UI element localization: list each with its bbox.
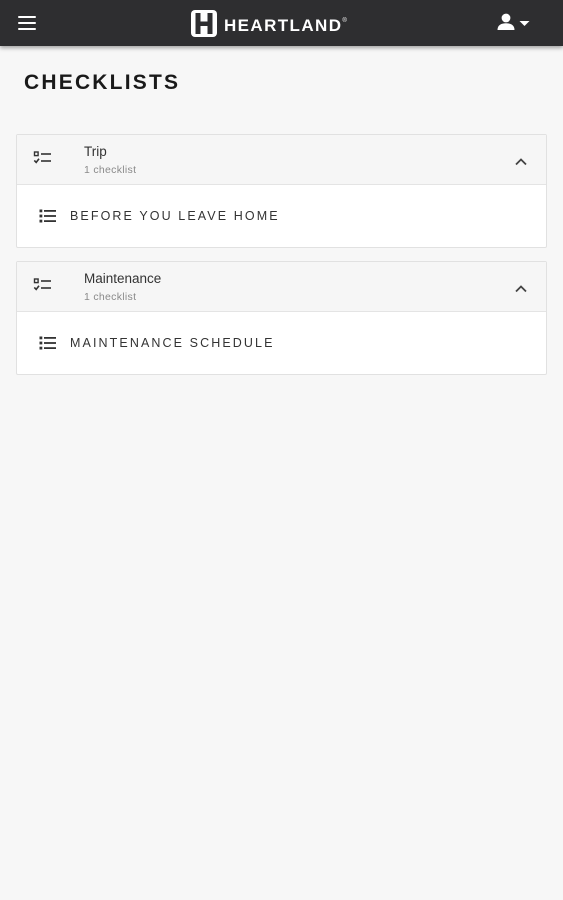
page-title: CHECKLISTS	[24, 71, 181, 94]
caret-down-icon	[519, 21, 530, 26]
trademark-mark: ®	[342, 18, 347, 24]
checklist-item-label: BEFORE YOU LEAVE HOME	[70, 209, 280, 223]
group-name: Trip	[84, 144, 107, 159]
account-menu-button[interactable]	[496, 12, 534, 34]
brand-name: HEARTLAND®	[224, 16, 347, 35]
checklist-icon	[33, 150, 53, 171]
chevron-up-icon[interactable]	[514, 281, 528, 299]
app-bar: HEARTLAND®	[0, 0, 563, 46]
person-icon	[497, 13, 515, 30]
group-header[interactable]: Maintenance 1 checklist	[17, 262, 546, 312]
checklist-item-label: MAINTENANCE SCHEDULE	[70, 336, 275, 350]
checklist-group-trip: Trip 1 checklist BEFORE YOU LEAVE HOME	[16, 134, 547, 248]
group-count: 1 checklist	[84, 291, 137, 303]
heartland-logo-icon	[191, 10, 217, 37]
list-icon	[39, 208, 57, 229]
brand-logo[interactable]: HEARTLAND®	[191, 10, 347, 37]
list-icon	[39, 335, 57, 356]
group-count: 1 checklist	[84, 164, 137, 176]
checklist-item[interactable]: MAINTENANCE SCHEDULE	[17, 312, 546, 374]
group-header[interactable]: Trip 1 checklist	[17, 135, 546, 185]
checklist-icon	[33, 277, 53, 298]
checklist-group-maintenance: Maintenance 1 checklist MAINTENANCE SCHE…	[16, 261, 547, 375]
hamburger-menu-icon[interactable]	[14, 11, 40, 35]
checklist-item[interactable]: BEFORE YOU LEAVE HOME	[17, 185, 546, 247]
chevron-up-icon[interactable]	[514, 154, 528, 172]
group-name: Maintenance	[84, 271, 162, 286]
